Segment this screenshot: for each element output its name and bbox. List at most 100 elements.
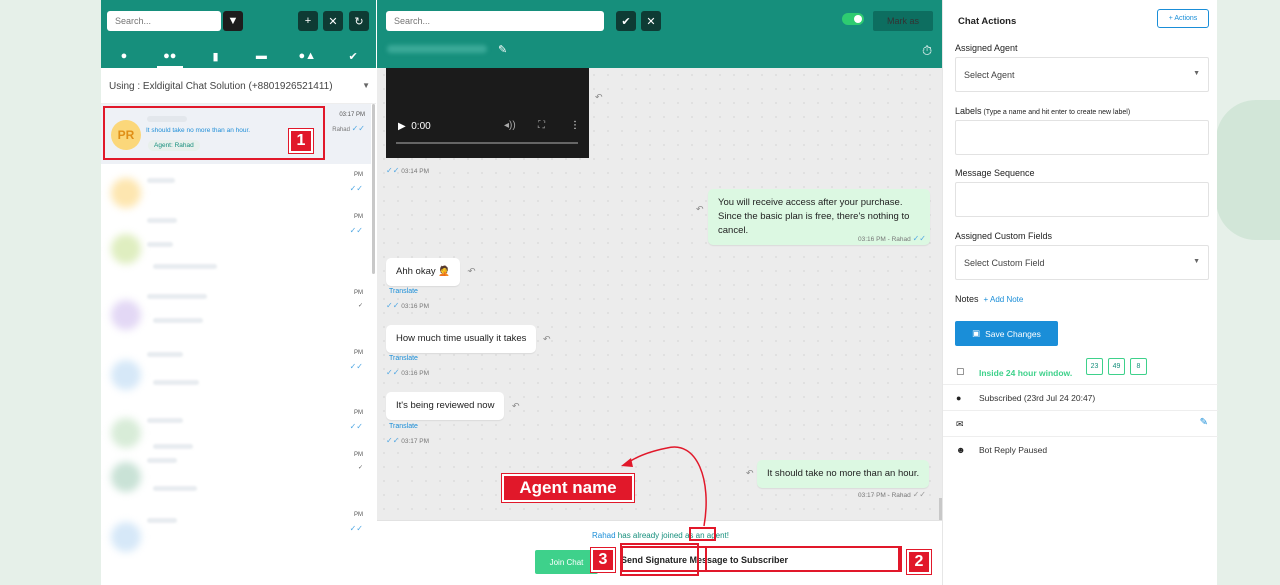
list-item[interactable]: PM ✓ [101,284,371,344]
chevron-down-icon: ▼ [1193,70,1200,77]
mute-button[interactable]: ✕ [323,11,343,31]
save-icon: ▣ [972,328,981,338]
video-progress-bar[interactable] [396,142,578,144]
custom-fields-label: Assigned Custom Fields [955,231,1053,241]
avatar [111,522,141,552]
actions-button[interactable]: + Actions [1157,9,1209,28]
message-meta: ✓✓ 03:16 PM [386,368,430,377]
sequence-input[interactable] [955,182,1209,217]
tab-single-user[interactable]: ● [101,44,147,68]
message-meta: ✓✓ 03:16 PM [386,301,430,310]
volume-icon[interactable]: ◂)) [504,120,516,131]
avatar [111,178,141,208]
app-window: ▼ + ✕ ↻ ● ●● ▮ ▬ ●▲ ✔ Using : Exldigital… [101,0,1218,585]
background-decoration [1216,100,1280,240]
mute-chat-button[interactable]: ✕ [641,11,661,31]
double-check-icon: ✓✓ [386,368,400,377]
step-badge-3: 3 [591,548,615,572]
sidebar-header: ▼ + ✕ ↻ ● ●● ▮ ▬ ●▲ ✔ [101,0,376,68]
conversation-search-input[interactable] [107,11,221,31]
conversation-time: PM [354,512,363,518]
sequence-label: Message Sequence [955,168,1035,178]
reply-icon[interactable]: ↶ [512,401,520,412]
mark-read-button[interactable]: ✔ [616,11,636,31]
reply-icon[interactable]: ↶ [468,266,476,277]
reply-icon[interactable]: ↶ [595,92,603,103]
window-seconds: 8 [1130,358,1147,375]
window-minutes: 49 [1108,358,1125,375]
message-bubble-incoming: Ahh okay 🤦 [386,258,461,286]
save-changes-button[interactable]: ▣ Save Changes [955,321,1058,346]
conversation-scrollbar[interactable] [372,104,375,274]
bot-toggle[interactable] [842,13,864,25]
double-check-icon: ✓✓ [349,422,363,431]
mark-as-button[interactable]: Mark as [873,11,933,31]
window-hours: 23 [1086,358,1103,375]
message-bubble-outgoing: It should take no more than an hour. [757,460,930,488]
filter-button[interactable]: ▼ [223,11,243,31]
message-meta: 03:16 PM - Rahad ✓✓ [858,234,926,243]
comment-icon: ▢ [956,366,965,376]
translate-link[interactable]: Translate [389,423,418,430]
check-icon: ✓ [357,303,363,309]
double-check-icon: ✓✓ [386,301,400,310]
envelope-icon: ✉ [956,419,964,429]
joined-agent-name: Rahad [592,531,616,540]
tab-double-check[interactable]: ✔ [330,44,376,68]
add-note-link[interactable]: + Add Note [984,295,1024,304]
add-conversation-button[interactable]: + [298,11,318,31]
highlight-box-2b [705,546,900,572]
list-item[interactable]: PM ✓✓ [101,206,371,276]
account-selector[interactable]: Using : Exldigital Chat Solution (+88019… [101,68,376,104]
check-icon: ✓ [357,465,363,471]
timer-icon[interactable]: ⏱ [922,43,932,59]
conversation-time: PM [354,290,363,296]
translate-link[interactable]: Translate [389,355,418,362]
highlight-box-3 [620,543,699,576]
tab-archive[interactable]: ▬ [238,44,284,68]
reply-icon[interactable]: ↶ [696,204,704,215]
custom-field-select[interactable]: Select Custom Field ▼ [955,245,1209,280]
robot-icon: ☻ [956,445,966,455]
refresh-button[interactable]: ↻ [349,11,369,31]
fullscreen-icon[interactable]: ⛶ [538,120,545,131]
chat-header: ✔ ✕ Mark as ✎ ⏱ [377,0,942,68]
conversation-time: PM [354,172,363,178]
tab-book[interactable]: ▮ [193,44,239,68]
chat-panel: ✔ ✕ Mark as ✎ ⏱ ▶ 0:00 ◂)) ⛶ ⋮ ↶ ✓✓ 03:1… [377,0,942,585]
double-check-icon: ✔ [348,50,358,63]
edit-icon[interactable]: ✎ [498,43,507,56]
message-search-input[interactable] [386,11,604,31]
sidebar-tabs: ● ●● ▮ ▬ ●▲ ✔ [101,44,376,68]
double-check-icon: ✓✓ [386,166,400,175]
translate-link[interactable]: Translate [389,288,418,295]
email-row: ✉ ✎ [943,410,1218,436]
double-check-icon: ✓✓ [386,436,400,445]
subscribed-text: Subscribed (23rd Jul 24 20:47) [979,393,1096,403]
video-player[interactable]: ▶ 0:00 ◂)) ⛶ ⋮ [386,68,589,158]
tab-group-users[interactable]: ●● [147,44,193,68]
double-check-icon: ✓✓ [349,184,363,193]
video-play-control[interactable]: ▶ 0:00 [398,121,431,132]
double-check-icon: ✔ [621,15,631,28]
list-item[interactable]: PM ✓ [101,448,371,508]
highlight-box-agent [689,527,716,541]
tab-user-tie[interactable]: ●▲ [284,44,330,68]
edit-icon[interactable]: ✎ [1200,417,1208,428]
list-item[interactable]: PM ✓✓ [101,508,371,559]
reply-icon[interactable]: ↶ [543,334,551,345]
list-item[interactable]: PM ✓✓ [101,344,371,404]
more-options-icon[interactable]: ⋮ [570,120,580,131]
message-meta: ✓✓ 03:14 PM [386,166,430,175]
notes-label: Notes + Add Note [955,294,1024,304]
labels-input[interactable] [955,120,1209,155]
join-chat-button[interactable]: Join Chat [535,550,598,574]
double-check-icon: ✓✓ [351,124,365,133]
video-time: 0:00 [411,121,431,132]
conversation-sidebar: ▼ + ✕ ↻ ● ●● ▮ ▬ ●▲ ✔ Using : Exldigital… [101,0,376,585]
assigned-agent-label: Assigned Agent [955,43,1018,53]
double-check-icon: ✓✓ [912,490,926,499]
reply-icon[interactable]: ↶ [746,468,754,479]
message-thread: ▶ 0:00 ◂)) ⛶ ⋮ ↶ ✓✓ 03:14 PM You will re… [377,68,942,520]
agent-select[interactable]: Select Agent ▼ [955,57,1209,92]
